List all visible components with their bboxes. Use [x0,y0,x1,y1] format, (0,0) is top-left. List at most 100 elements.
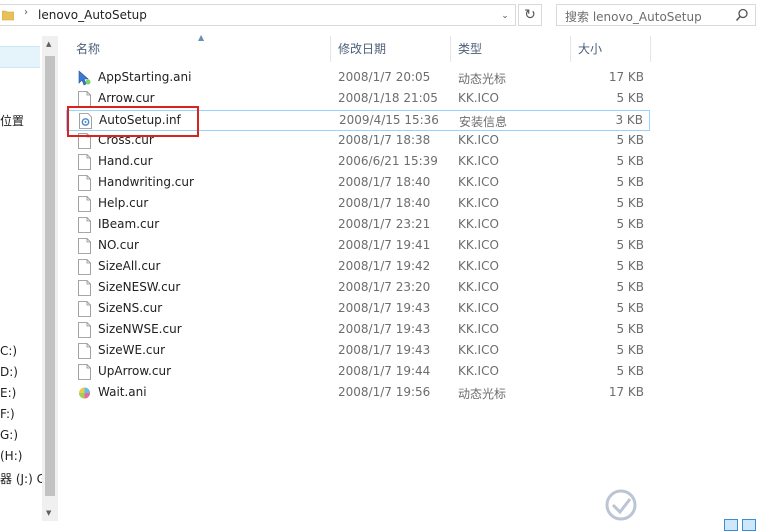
nav-item-location[interactable]: 位置 [0,112,24,129]
file-size: 5 KB [616,301,644,315]
file-row[interactable]: NO.cur 2008/1/7 19:41 KK.ICO 5 KB [66,236,650,257]
file-type: KK.ICO [458,217,499,231]
file-name: SizeNESW.cur [98,280,181,294]
nav-item-drive-f[interactable]: F:) [0,407,15,421]
file-row[interactable]: SizeAll.cur 2008/1/7 19:42 KK.ICO 5 KB [66,257,650,278]
file-icon [78,196,91,212]
file-type: KK.ICO [458,175,499,189]
file-row[interactable]: IBeam.cur 2008/1/7 23:21 KK.ICO 5 KB [66,215,650,236]
nav-item-drive-e[interactable]: E:) [0,386,16,400]
file-type: KK.ICO [458,259,499,273]
file-row[interactable]: SizeNWSE.cur 2008/1/7 19:43 KK.ICO 5 KB [66,320,650,341]
file-name: Help.cur [98,196,149,210]
file-type: KK.ICO [458,343,499,357]
file-modified-date: 2006/6/21 15:39 [338,154,438,168]
nav-item-drive-d[interactable]: D:) [0,365,18,379]
file-name: Hand.cur [98,154,153,168]
animated-cursor-icon [79,387,90,399]
file-size: 5 KB [616,196,644,210]
file-name: Arrow.cur [98,91,155,105]
column-divider[interactable] [570,36,571,62]
file-name: IBeam.cur [98,217,160,231]
address-bar[interactable]: › lenovo_AutoSetup ⌄ [0,4,516,26]
scrollbar-thumb[interactable] [45,56,55,496]
file-modified-date: 2008/1/7 18:38 [338,133,431,147]
file-modified-date: 2009/4/15 15:36 [339,113,439,127]
file-row[interactable]: Hand.cur 2006/6/21 15:39 KK.ICO 5 KB [66,152,650,173]
file-icon [78,322,91,338]
search-input[interactable]: 搜索 lenovo_AutoSetup [556,4,756,26]
file-row[interactable]: AppStarting.ani 2008/1/7 20:05 动态光标 17 KB [66,68,650,89]
file-type: KK.ICO [458,280,499,294]
file-size: 17 KB [608,385,644,399]
file-size: 5 KB [616,238,644,252]
address-path[interactable]: lenovo_AutoSetup [38,8,147,22]
file-row[interactable]: SizeWE.cur 2008/1/7 19:43 KK.ICO 5 KB [66,341,650,362]
file-type: KK.ICO [458,322,499,336]
file-size: 5 KB [616,343,644,357]
folder-icon [2,10,14,21]
file-icon [78,154,91,170]
nav-scrollbar[interactable]: ▲ ▼ [42,36,58,521]
refresh-button[interactable]: ↻ [518,4,542,26]
search-placeholder: 搜索 lenovo_AutoSetup [565,10,702,24]
nav-selected-item[interactable] [0,46,40,68]
file-type: KK.ICO [458,301,499,315]
file-size: 5 KB [616,154,644,168]
column-divider[interactable] [650,36,651,62]
file-type: KK.ICO [458,196,499,210]
file-modified-date: 2008/1/7 23:21 [338,217,431,231]
nav-item-drive-g[interactable]: G:) [0,428,18,442]
file-row[interactable]: Help.cur 2008/1/7 18:40 KK.ICO 5 KB [66,194,650,215]
file-modified-date: 2008/1/7 19:43 [338,301,431,315]
file-size: 5 KB [616,91,644,105]
nav-item-drive-c[interactable]: C:) [0,344,17,358]
scroll-up-icon[interactable]: ▲ [46,40,51,48]
file-name: Wait.ani [98,385,147,399]
file-icon [78,238,91,254]
file-modified-date: 2008/1/7 19:41 [338,238,431,252]
file-name: SizeWE.cur [98,343,166,357]
navigation-pane: 位置 C:) D:) E:) F:) G:) (H:) 器 (J:) G [0,36,42,531]
column-divider[interactable] [450,36,451,62]
file-modified-date: 2008/1/7 19:42 [338,259,431,273]
file-modified-date: 2008/1/7 20:05 [338,70,431,84]
file-type: 动态光标 [458,387,507,401]
file-name: Handwriting.cur [98,175,194,189]
file-row[interactable]: Wait.ani 2008/1/7 19:56 动态光标 17 KB [66,383,650,404]
file-size: 5 KB [616,133,644,147]
search-icon[interactable] [735,8,749,22]
file-name: SizeNWSE.cur [98,322,182,336]
nav-item-drive-h[interactable]: (H:) [0,449,22,463]
details-view-icon[interactable] [724,519,738,531]
file-icon [78,343,91,359]
chevron-down-icon[interactable]: ⌄ [496,7,514,25]
column-header-date[interactable]: 修改日期 [338,36,386,62]
file-type: KK.ICO [458,238,499,252]
file-row[interactable]: SizeNS.cur 2008/1/7 19:43 KK.ICO 5 KB [66,299,650,320]
file-size: 3 KB [615,113,643,127]
file-row[interactable]: SizeNESW.cur 2008/1/7 23:20 KK.ICO 5 KB [66,278,650,299]
file-row[interactable]: Handwriting.cur 2008/1/7 18:40 KK.ICO 5 KB [66,173,650,194]
file-size: 5 KB [616,322,644,336]
column-header-type[interactable]: 类型 [458,36,482,62]
file-modified-date: 2008/1/7 19:56 [338,385,431,399]
file-icon [78,217,91,233]
file-modified-date: 2008/1/7 19:44 [338,364,431,378]
file-row[interactable]: UpArrow.cur 2008/1/7 19:44 KK.ICO 5 KB [66,362,650,383]
large-icons-view-icon[interactable] [742,519,756,531]
file-type: KK.ICO [458,154,499,168]
watermark-icon [605,489,637,521]
column-divider[interactable] [330,36,331,62]
file-icon [78,175,91,191]
file-icon [78,91,91,107]
file-size: 5 KB [616,259,644,273]
file-type: 安装信息 [459,115,508,129]
column-header-name[interactable]: 名称 [76,36,100,62]
sort-ascending-icon: ▲ [198,33,205,42]
column-header-size[interactable]: 大小 [578,36,602,62]
scroll-down-icon[interactable]: ▼ [46,509,51,517]
nav-item-drive-j[interactable]: 器 (J:) G [0,470,42,487]
file-modified-date: 2008/1/7 18:40 [338,175,431,189]
chevron-right-icon[interactable]: › [24,7,28,18]
